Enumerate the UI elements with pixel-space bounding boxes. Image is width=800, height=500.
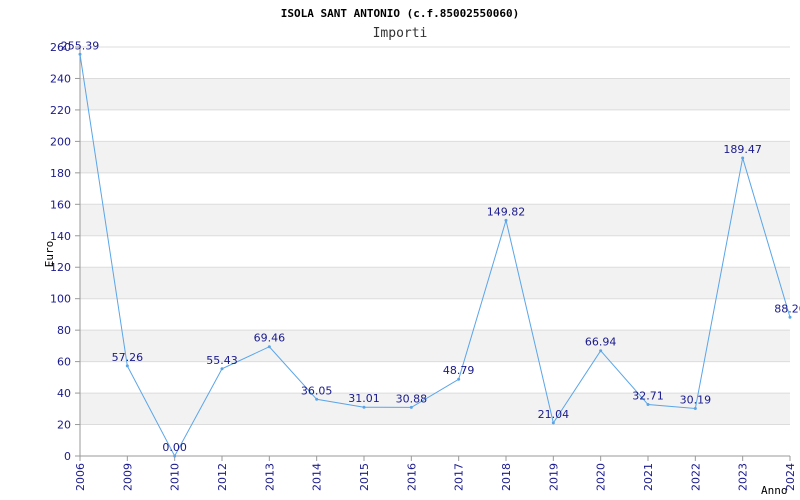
- y-tick-label: 240: [50, 72, 71, 85]
- y-tick-label: 80: [57, 324, 71, 337]
- grid-bands: [80, 78, 790, 425]
- data-label: 57.26: [112, 351, 144, 364]
- chart-title: ISOLA SANT ANTONIO (c.f.85002550060): [281, 7, 519, 20]
- data-label: 69.46: [254, 332, 286, 345]
- y-axis-label: Euro: [43, 241, 56, 268]
- y-tick-label: 40: [57, 387, 71, 400]
- x-tick-label: 2015: [358, 463, 371, 491]
- grid-band: [80, 204, 790, 236]
- x-tick-label: 2012: [216, 463, 229, 491]
- data-label: 36.05: [301, 384, 333, 397]
- x-axis-label: Anno: [761, 484, 788, 497]
- y-tick-label: 20: [57, 419, 71, 432]
- data-point: [315, 397, 319, 401]
- x-tick-label: 2019: [547, 463, 560, 491]
- data-label: 30.19: [680, 394, 712, 407]
- data-point: [788, 315, 792, 319]
- data-point: [741, 156, 745, 160]
- data-label: 66.94: [585, 336, 617, 349]
- data-point: [173, 454, 177, 458]
- y-tick-label: 200: [50, 135, 71, 148]
- data-label: 48.79: [443, 364, 475, 377]
- y-tick-label: 220: [50, 104, 71, 117]
- data-label: 21.04: [538, 408, 570, 421]
- data-point: [646, 403, 650, 407]
- x-tick-labels: 2006 2009 2010 2012 2013 2014 2015 2016 2017 2018…: [74, 463, 797, 491]
- data-point: [220, 367, 224, 371]
- y-tick-label: 180: [50, 167, 71, 180]
- data-label: 149.82: [487, 205, 526, 218]
- data-point: [504, 218, 508, 222]
- y-tick-label: 60: [57, 356, 71, 369]
- x-tick-label: 2014: [311, 463, 324, 491]
- data-point: [362, 405, 366, 409]
- x-tick-label: 2009: [121, 463, 134, 491]
- data-point: [599, 349, 603, 353]
- x-tick-label: 2017: [453, 463, 466, 491]
- grid-band: [80, 330, 790, 362]
- data-point: [693, 407, 697, 411]
- data-point: [409, 405, 413, 409]
- data-point: [457, 377, 461, 381]
- x-tick-label: 2010: [169, 463, 182, 491]
- data-label: 189.47: [723, 143, 762, 156]
- data-point: [78, 52, 82, 56]
- data-label: 32.71: [632, 390, 664, 403]
- y-tick-label: 0: [64, 450, 71, 463]
- y-tick-label: 100: [50, 293, 71, 306]
- data-label: 31.01: [348, 392, 380, 405]
- data-point: [551, 421, 555, 425]
- x-tick-label: 2020: [595, 463, 608, 491]
- data-label: 88.20: [774, 302, 800, 315]
- x-tick-label: 2022: [689, 463, 702, 491]
- data-label: 0.00: [162, 441, 187, 454]
- x-tick-label: 2006: [74, 463, 87, 491]
- data-label: 55.43: [206, 354, 238, 367]
- x-tick-label: 2013: [263, 463, 276, 491]
- chart-subtitle: Importi: [373, 26, 428, 41]
- grid-band: [80, 78, 790, 110]
- grid-band: [80, 141, 790, 173]
- x-tick-label: 2021: [642, 463, 655, 491]
- grid-band: [80, 267, 790, 299]
- data-point: [125, 364, 129, 368]
- data-label: 30.88: [396, 392, 428, 405]
- x-tick-label: 2016: [405, 463, 418, 491]
- y-tick-label: 160: [50, 198, 71, 211]
- data-label: 255.39: [61, 39, 100, 52]
- line-chart: ISOLA SANT ANTONIO (c.f.85002550060) Imp…: [43, 7, 800, 497]
- x-tick-label: 2018: [500, 463, 513, 491]
- data-point: [267, 345, 271, 349]
- x-tick-label: 2023: [737, 463, 750, 491]
